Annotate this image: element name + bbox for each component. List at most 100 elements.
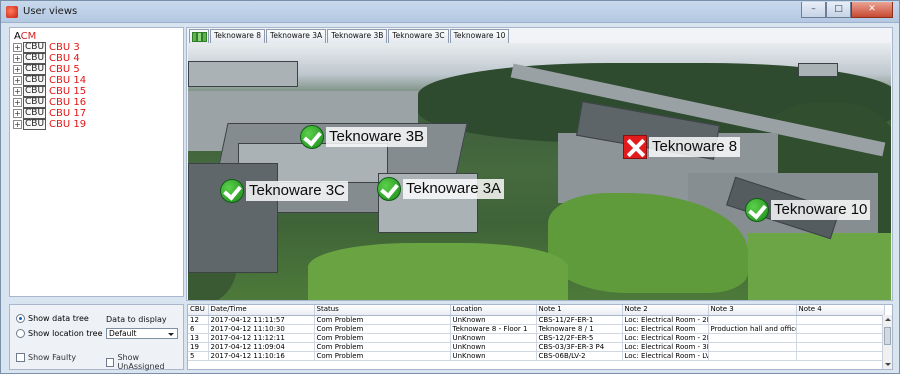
tree-item-cbu[interactable]: + CBU CBU 4 — [13, 53, 86, 64]
scroll-down-icon[interactable] — [885, 363, 891, 366]
expand-icon[interactable]: + — [13, 76, 22, 85]
column-header[interactable]: Note 4 — [796, 305, 885, 316]
vertical-scrollbar[interactable] — [882, 315, 892, 369]
marker-teknoware-10[interactable]: Teknoware 10 — [745, 198, 871, 222]
events-table: CBU Date/Time Status Location Note 1 Note 2 No… — [187, 304, 893, 370]
table-row[interactable]: 12 2017-04-12 11:11:57 Com Problem UnKnown C… — [188, 315, 885, 325]
table-cell — [708, 351, 797, 361]
table-row[interactable]: 13 2017-04-12 11:12:11 Com Problem UnKnown C… — [188, 333, 885, 343]
marker-teknoware-8[interactable]: Teknoware 8 — [623, 135, 741, 159]
scroll-thumb[interactable] — [884, 327, 891, 345]
tree-root-prefix: A — [14, 31, 21, 42]
cbu-tag: CBU — [23, 119, 47, 130]
show-location-tree-label: Show location tree — [28, 329, 103, 338]
column-header[interactable]: Note 2 — [622, 305, 709, 316]
table-cell: Teknoware 8 - Floor 1 — [450, 324, 537, 334]
title-bar[interactable]: User views – □ ✕ — [1, 1, 899, 23]
expand-icon[interactable]: + — [13, 65, 22, 74]
show-unassigned-label: Show UnAssigned — [117, 353, 165, 371]
tree-item-cbu[interactable]: + CBU CBU 16 — [13, 97, 86, 108]
status-ok-icon — [300, 125, 324, 149]
table-row[interactable]: 19 2017-04-12 11:09:04 Com Problem UnKnown C… — [188, 342, 885, 352]
expand-icon[interactable]: + — [13, 54, 22, 63]
table-cell: UnKnown — [450, 351, 537, 361]
table-cell: Loc: Electrical Room - 3F-ER... — [622, 342, 709, 352]
expand-icon[interactable]: + — [13, 98, 22, 107]
table-row[interactable]: 5 2017-04-12 11:10:16 Com Problem UnKnown CB… — [188, 351, 885, 361]
tree-item-cbu[interactable]: + CBU CBU 3 — [13, 42, 86, 53]
column-header[interactable]: CBU — [188, 305, 209, 316]
cbu-tag: CBU — [23, 108, 47, 119]
close-button[interactable]: ✕ — [851, 2, 893, 18]
column-header[interactable]: Date/Time — [208, 305, 315, 316]
window-title: User views — [23, 6, 78, 17]
table-row[interactable]: 6 2017-04-12 11:10:30 Com Problem Teknoware… — [188, 324, 885, 334]
table-cell: UnKnown — [450, 342, 537, 352]
tab-view[interactable]: Teknoware 3B — [327, 29, 388, 43]
column-header[interactable]: Status — [314, 305, 451, 316]
cbu-tag: CBU — [23, 42, 47, 53]
column-header[interactable]: Note 1 — [536, 305, 623, 316]
tab-map[interactable] — [189, 29, 209, 43]
table-cell: Loc: Electrical Room - 2F-ER... — [622, 333, 709, 343]
data-to-display-select[interactable]: Default — [106, 328, 178, 339]
tree-item-cbu[interactable]: + CBU CBU 17 — [13, 108, 86, 119]
tree-item-cbu[interactable]: + CBU CBU 14 — [13, 75, 86, 86]
building — [188, 61, 298, 87]
window-controls: – □ ✕ — [801, 2, 893, 18]
minimize-button[interactable]: – — [801, 2, 826, 18]
table-cell — [796, 351, 885, 361]
tree-item-label: CBU 16 — [49, 97, 87, 108]
tab-view[interactable]: Teknoware 3A — [266, 29, 327, 43]
table-cell: Loc: Electrical Room - LV-2 -... — [622, 351, 709, 361]
table-cell — [708, 315, 797, 325]
marker-teknoware-3a[interactable]: Teknoware 3A — [377, 177, 505, 201]
expand-icon[interactable]: + — [13, 109, 22, 118]
marker-teknoware-3c[interactable]: Teknoware 3C — [220, 179, 348, 203]
tree-item-label: CBU 17 — [49, 108, 87, 119]
tab-view[interactable]: Teknoware 3C — [388, 29, 449, 43]
marker-teknoware-3b[interactable]: Teknoware 3B — [300, 125, 428, 149]
column-header[interactable]: Note 3 — [708, 305, 797, 316]
cbu-tag: CBU — [23, 97, 47, 108]
table-cell — [708, 342, 797, 352]
marker-label: Teknoware 3C — [246, 181, 348, 201]
cbu-tag: CBU — [23, 86, 47, 97]
show-data-tree-radio[interactable]: Show data tree — [16, 314, 89, 323]
show-unassigned-checkbox[interactable]: Show UnAssigned — [106, 353, 183, 371]
expand-icon[interactable]: + — [13, 43, 22, 52]
tree-item-label: CBU 4 — [49, 53, 80, 64]
tree-item-label: CBU 19 — [49, 119, 87, 130]
building — [798, 63, 838, 77]
tab-view[interactable]: Teknoware 10 — [449, 29, 510, 43]
tree-root[interactable]: ACM — [14, 31, 36, 42]
show-location-tree-radio[interactable]: Show location tree — [16, 329, 103, 338]
table-cell — [708, 333, 797, 343]
show-faulty-checkbox[interactable]: Show Faulty — [16, 353, 76, 362]
column-header[interactable]: Location — [450, 305, 537, 316]
table-cell — [796, 324, 885, 334]
tree-root-accent: CM — [20, 31, 37, 42]
table-body: 12 2017-04-12 11:11:57 Com Problem UnKnown C… — [188, 315, 885, 361]
tab-view[interactable]: Teknoware 8 — [210, 29, 266, 43]
table-cell: 2017-04-12 11:12:11 — [208, 333, 315, 343]
status-ok-icon — [377, 177, 401, 201]
marker-label: Teknoware 10 — [771, 200, 871, 220]
radio-unselected-icon — [16, 329, 25, 338]
tree-item-cbu[interactable]: + CBU CBU 5 — [13, 64, 86, 75]
expand-icon[interactable]: + — [13, 120, 22, 129]
table-cell: 5 — [188, 351, 209, 361]
scroll-up-icon[interactable] — [885, 318, 891, 321]
marker-label: Teknoware 3A — [403, 179, 505, 199]
table-cell: 19 — [188, 342, 209, 352]
select-value: Default — [109, 329, 137, 338]
show-data-tree-label: Show data tree — [28, 314, 89, 323]
expand-icon[interactable]: + — [13, 87, 22, 96]
maximize-button[interactable]: □ — [826, 2, 851, 18]
tree-item-cbu[interactable]: + CBU CBU 15 — [13, 86, 86, 97]
table-cell: 2017-04-12 11:10:30 — [208, 324, 315, 334]
display-options: Show data tree Show location tree Data t… — [9, 304, 184, 371]
marker-label: Teknoware 8 — [649, 137, 741, 157]
tree-item-cbu[interactable]: + CBU CBU 19 — [13, 119, 86, 130]
table-cell — [796, 333, 885, 343]
